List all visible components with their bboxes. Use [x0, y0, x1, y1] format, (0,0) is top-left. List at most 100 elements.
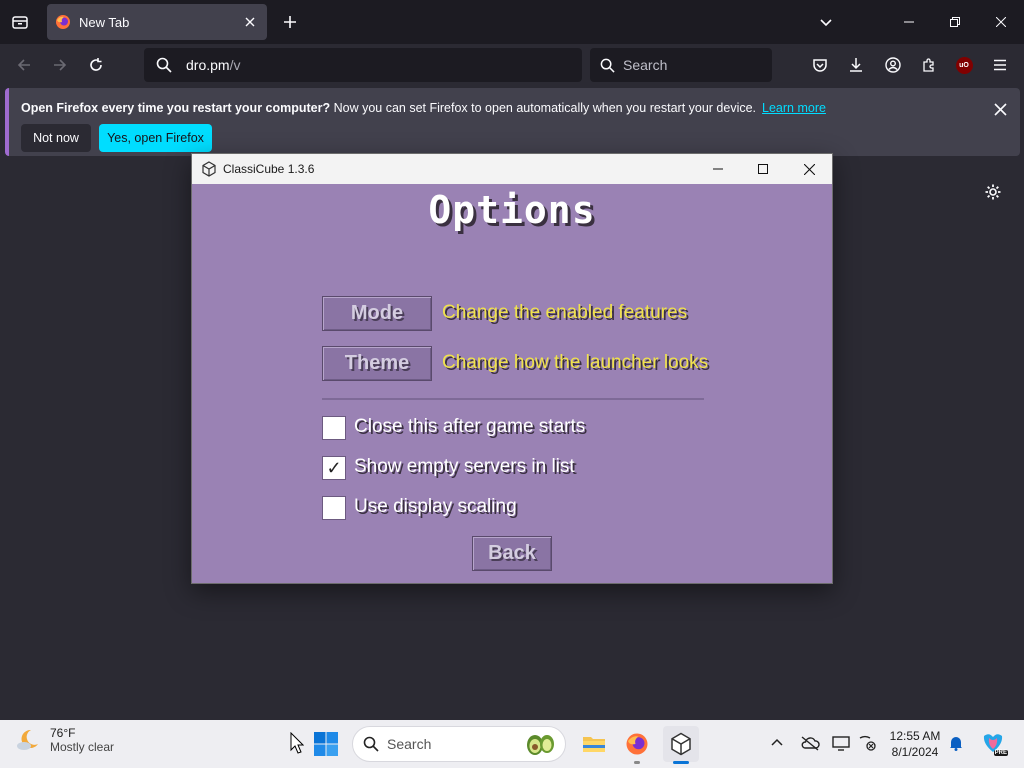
- network-tray-button[interactable]: [856, 732, 878, 754]
- newtab-settings-button[interactable]: [982, 181, 1004, 203]
- url-host: dro.pm: [186, 57, 230, 73]
- bell-icon: [950, 737, 962, 751]
- display-tray-button[interactable]: [830, 732, 852, 754]
- minimize-icon: [904, 21, 914, 23]
- gear-icon: [985, 184, 1001, 200]
- ublock-icon: uO: [955, 56, 973, 74]
- close-window-button[interactable]: [978, 0, 1024, 44]
- yes-open-firefox-button[interactable]: Yes, open Firefox: [99, 124, 212, 152]
- clock-time: 12:55 AM: [889, 729, 941, 743]
- active-indicator: [673, 761, 689, 764]
- ublock-button[interactable]: uO: [950, 51, 978, 79]
- classicube-taskbar-button[interactable]: [663, 726, 699, 764]
- firefox-taskbar-button[interactable]: [619, 726, 655, 764]
- extensions-button[interactable]: [915, 51, 943, 79]
- copilot-pre-badge: PRE: [993, 750, 1008, 756]
- close-after-game-checkbox[interactable]: [322, 416, 346, 440]
- display-scaling-label[interactable]: Use display scaling: [354, 496, 517, 518]
- plus-icon: [284, 16, 296, 28]
- firefox-view-button[interactable]: [6, 8, 34, 36]
- search-placeholder: Search: [623, 57, 668, 73]
- windows-start-icon[interactable]: [312, 730, 340, 758]
- close-icon: [245, 17, 255, 27]
- clock-date: 8/1/2024: [891, 745, 939, 759]
- list-all-tabs-button[interactable]: [814, 10, 838, 34]
- mouse-cursor-icon: [290, 732, 304, 754]
- app-menu-button[interactable]: [986, 51, 1014, 79]
- taskbar-search[interactable]: Search: [352, 726, 566, 762]
- onedrive-tray-button[interactable]: [799, 732, 821, 754]
- reload-icon: [90, 58, 102, 71]
- close-after-game-label[interactable]: Close this after game starts: [354, 416, 585, 438]
- firefox-logo-icon: [56, 15, 70, 29]
- arrow-right-icon: [54, 59, 67, 71]
- tab-strip: New Tab: [0, 0, 1024, 44]
- tab-new-tab[interactable]: New Tab: [47, 4, 267, 40]
- theme-button[interactable]: Theme: [322, 346, 432, 381]
- file-explorer-button[interactable]: [576, 726, 612, 762]
- puzzle-icon: [923, 58, 934, 72]
- default-browser-infobar: Open Firefox every time you restart your…: [5, 88, 1020, 156]
- taskbar-search-placeholder: Search: [387, 736, 432, 752]
- running-indicator: [634, 761, 640, 764]
- close-icon: [996, 17, 1006, 27]
- minimize-icon: [713, 168, 723, 170]
- account-button[interactable]: [879, 51, 907, 79]
- learn-more-link[interactable]: Learn more: [762, 101, 826, 115]
- classicube-cube-icon: [202, 161, 216, 177]
- firefox-view-icon: [12, 16, 28, 29]
- downloads-button[interactable]: [842, 51, 870, 79]
- minimize-button[interactable]: [886, 0, 932, 44]
- weather-temp: 76°F: [50, 726, 76, 740]
- show-empty-servers-checkbox[interactable]: ✓: [322, 456, 346, 480]
- mode-description: Change the enabled features: [442, 302, 688, 323]
- weather-desc: Mostly clear: [50, 740, 115, 754]
- infobar-text: Now you can set Firefox to open automati…: [330, 101, 757, 115]
- notifications-button[interactable]: [945, 732, 967, 754]
- restore-button[interactable]: [932, 0, 978, 44]
- restore-icon: [950, 17, 960, 27]
- infobar-bold-text: Open Firefox every time you restart your…: [21, 101, 331, 115]
- show-hidden-icons-button[interactable]: [766, 732, 788, 754]
- classicube-close-button[interactable]: [786, 154, 832, 184]
- search-bar[interactable]: Search: [590, 48, 772, 82]
- url-path: /v: [229, 57, 241, 73]
- hamburger-menu-icon: [994, 59, 1006, 71]
- nav-toolbar: dro.pm/v Search uO: [0, 44, 1024, 86]
- classicube-minimize-button[interactable]: [695, 154, 741, 184]
- classicube-maximize-button[interactable]: [740, 154, 786, 184]
- display-scaling-checkbox[interactable]: [322, 496, 346, 520]
- folder-icon: [583, 737, 605, 752]
- chevron-down-icon: [820, 19, 832, 27]
- reload-button[interactable]: [82, 51, 110, 79]
- weather-widget[interactable]: 76°F Mostly clear: [14, 726, 114, 754]
- download-icon: [850, 58, 862, 72]
- infobar-close-button[interactable]: [989, 98, 1011, 120]
- tab-close-button[interactable]: [241, 13, 259, 31]
- search-icon: [600, 58, 615, 73]
- mode-button[interactable]: Mode: [322, 296, 432, 331]
- show-empty-servers-label[interactable]: Show empty servers in list: [354, 456, 575, 478]
- search-icon: [363, 736, 379, 752]
- new-tab-button[interactable]: [278, 10, 302, 34]
- not-now-button[interactable]: Not now: [21, 124, 91, 152]
- system-clock[interactable]: 12:55 AM 8/1/2024: [884, 728, 946, 760]
- theme-description: Change how the launcher looks: [442, 352, 709, 373]
- close-icon: [993, 102, 1007, 116]
- back-button[interactable]: Back: [472, 536, 552, 571]
- moon-cloud-icon: [17, 729, 38, 750]
- forward-button[interactable]: [46, 51, 74, 79]
- checkmark-icon: ✓: [326, 457, 342, 478]
- back-button[interactable]: [10, 51, 38, 79]
- taskbar: 76°F Mostly clear Search 12:55 AM 8/1/20…: [0, 720, 1024, 768]
- copilot-button[interactable]: PRE: [980, 732, 1008, 756]
- pocket-button[interactable]: [806, 51, 834, 79]
- monitor-icon: [832, 736, 850, 751]
- avocado-icon: [527, 735, 554, 755]
- firefox-logo-icon: [626, 733, 648, 755]
- classicube-window: ClassiCube 1.3.6 Options Mode Change the…: [191, 153, 833, 584]
- url-bar[interactable]: dro.pm/v: [144, 48, 582, 82]
- arrow-left-icon: [17, 59, 30, 71]
- options-divider: [322, 398, 704, 400]
- network-icon: [859, 735, 876, 751]
